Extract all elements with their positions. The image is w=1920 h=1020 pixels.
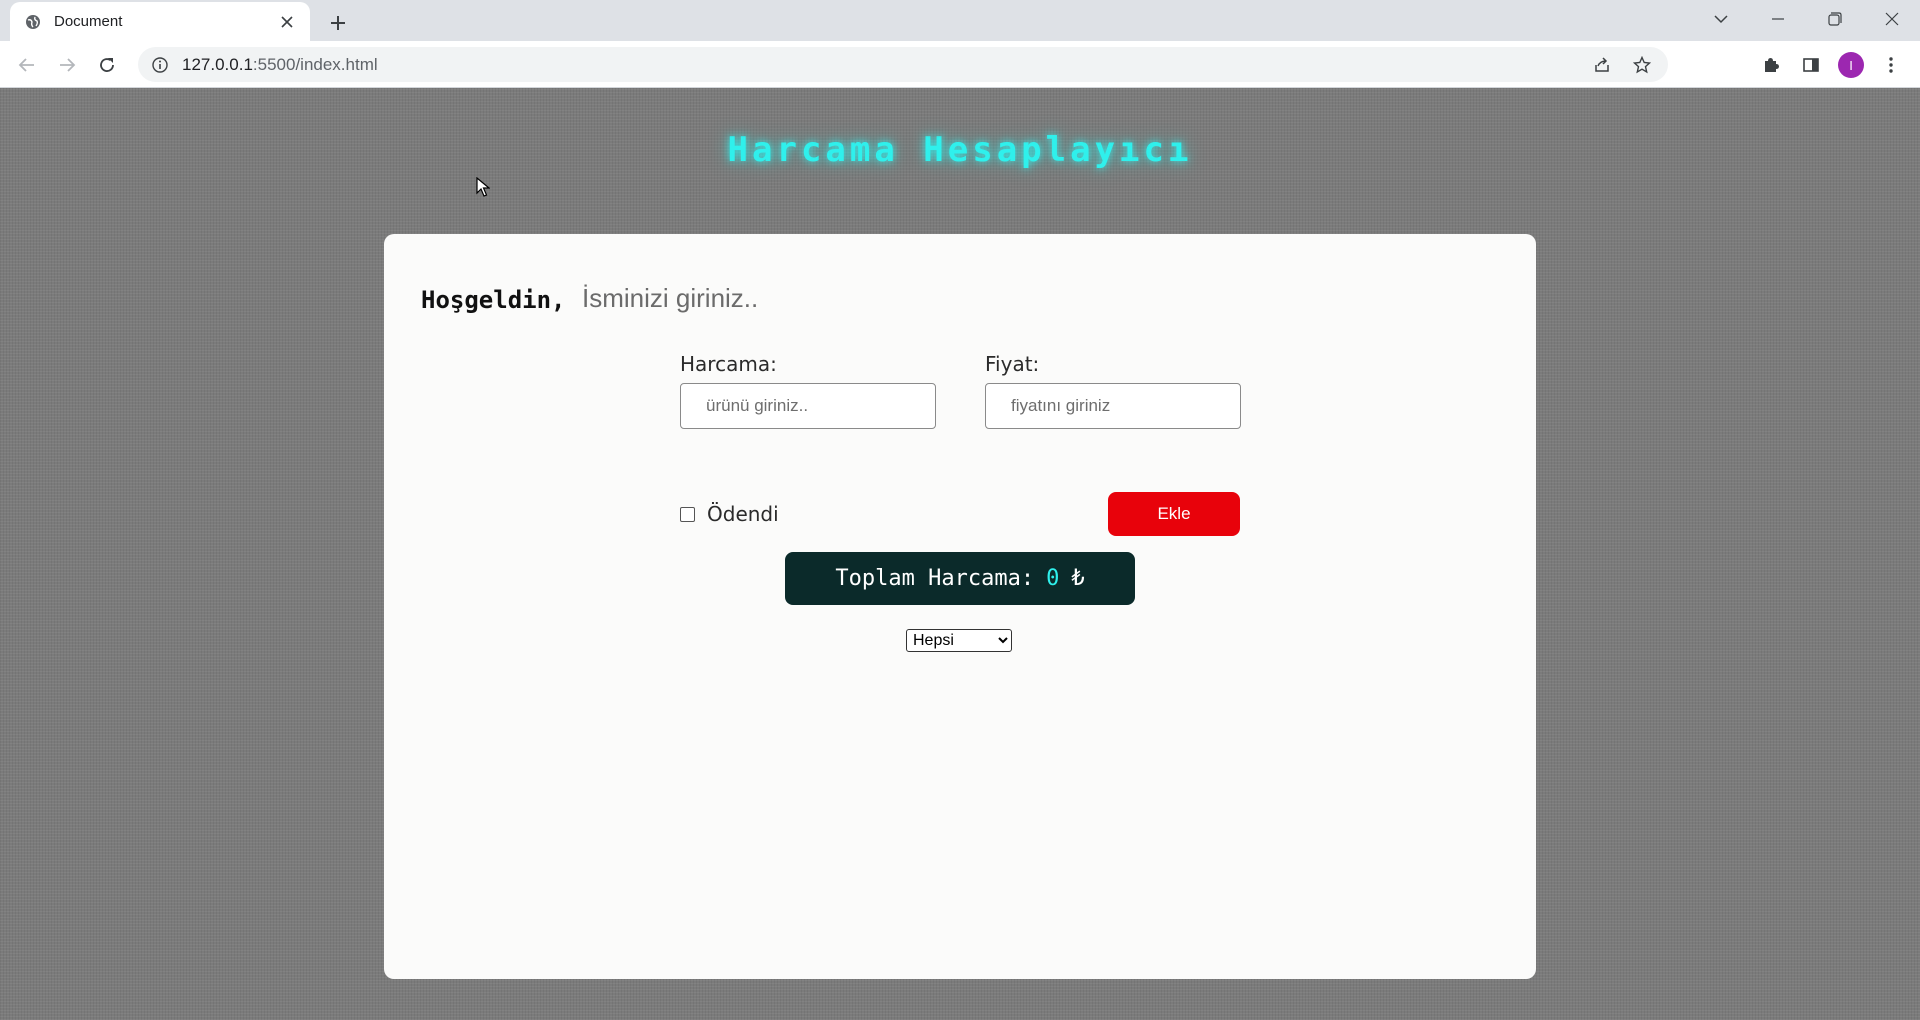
forward-arrow-icon: [60, 58, 76, 72]
restore-button[interactable]: [1806, 0, 1863, 38]
side-panel-icon[interactable]: [1794, 48, 1828, 82]
welcome-text: Hoşgeldin,: [421, 286, 566, 314]
reload-button[interactable]: [91, 49, 123, 81]
tab-strip: Document: [0, 0, 1920, 41]
tab-search-button[interactable]: [1692, 0, 1749, 38]
omnibox-actions: [1578, 47, 1658, 82]
expense-label: Harcama:: [680, 352, 777, 376]
forward-button[interactable]: [51, 49, 83, 81]
browser-window: Document 127.0.0.1:5500/index.html I Har…: [0, 0, 1920, 1020]
expense-input[interactable]: [680, 383, 936, 429]
price-label: Fiyat:: [985, 352, 1040, 376]
toolbar-actions: I: [1748, 48, 1908, 82]
puzzle-icon[interactable]: [1754, 48, 1788, 82]
back-arrow-icon: [18, 58, 34, 72]
avatar: I: [1838, 52, 1864, 78]
url-path: :5500/index.html: [252, 54, 378, 74]
browser-toolbar: 127.0.0.1:5500/index.html I: [0, 41, 1920, 88]
paid-checkbox[interactable]: [680, 506, 695, 522]
close-window-button[interactable]: [1863, 0, 1920, 38]
add-button[interactable]: Ekle: [1108, 492, 1240, 536]
name-input[interactable]: [582, 278, 1002, 318]
tab-title: Document: [54, 13, 123, 30]
price-input[interactable]: [985, 383, 1241, 429]
close-icon[interactable]: [276, 11, 298, 33]
total-label: Toplam Harcama:: [835, 566, 1035, 591]
minimize-button[interactable]: [1749, 0, 1806, 38]
url-text: 127.0.0.1:5500/index.html: [182, 55, 378, 75]
plus-icon: [331, 16, 345, 30]
expense-card: Hoşgeldin, Harcama: Fiyat: Ödendi Ekle T…: [384, 234, 1536, 979]
star-icon[interactable]: [1626, 49, 1658, 81]
kebab-menu-icon[interactable]: [1874, 48, 1908, 82]
share-icon[interactable]: [1586, 49, 1618, 81]
address-bar[interactable]: 127.0.0.1:5500/index.html: [138, 47, 1668, 82]
info-icon[interactable]: [150, 55, 170, 75]
page-viewport: Harcama Hesaplayıcı Hoşgeldin, Harcama: …: [0, 88, 1920, 1020]
profile-button[interactable]: I: [1834, 48, 1868, 82]
tab-document[interactable]: Document: [10, 2, 310, 41]
url-host: 127.0.0.1: [182, 54, 253, 74]
chevron-down-icon: [1713, 15, 1728, 24]
paid-label: Ödendi: [707, 502, 779, 526]
new-tab-button[interactable]: [324, 9, 352, 37]
filter-select[interactable]: Hepsi: [906, 629, 1012, 652]
globe-icon: [24, 13, 42, 31]
mouse-cursor-icon: [476, 177, 490, 197]
window-controls: [1692, 0, 1920, 38]
minimize-icon: [1771, 18, 1784, 20]
total-amount: 0: [1046, 566, 1060, 591]
back-button[interactable]: [11, 49, 43, 81]
currency-symbol: ₺: [1071, 566, 1085, 591]
paid-checkbox-row[interactable]: Ödendi: [680, 502, 779, 526]
close-icon: [1885, 12, 1898, 26]
restore-icon: [1827, 12, 1842, 26]
total-expense-box: Toplam Harcama: 0 ₺: [785, 552, 1135, 605]
page-title: Harcama Hesaplayıcı: [727, 130, 1193, 170]
reload-icon: [100, 58, 114, 72]
